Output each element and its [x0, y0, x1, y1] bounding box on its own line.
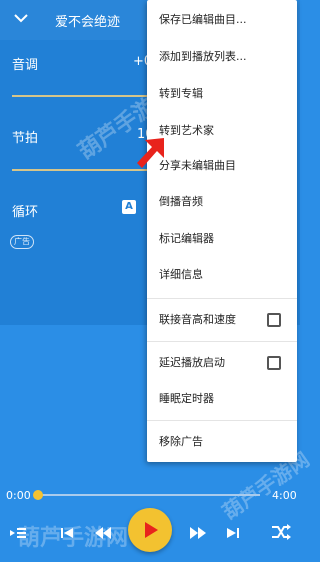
- chevron-down-icon[interactable]: [12, 9, 30, 27]
- fast-forward-icon[interactable]: [188, 524, 208, 542]
- menu-item-tag-editor[interactable]: 标记编辑器: [147, 221, 297, 257]
- queue-icon[interactable]: [8, 523, 28, 543]
- track-title: 爱不会绝迹: [55, 15, 121, 30]
- progress-bar[interactable]: [38, 494, 260, 496]
- ad-badge: 广告: [10, 235, 34, 249]
- menu-divider: [147, 341, 297, 342]
- menu-item-add-to-playlist[interactable]: 添加到播放列表...: [147, 39, 297, 75]
- menu-item-label: 睡眠定时器: [159, 392, 214, 405]
- menu-item-label: 添加到播放列表...: [159, 50, 247, 63]
- pitch-slider-track[interactable]: [12, 95, 147, 97]
- menu-item-delay-playback[interactable]: 延迟播放启动: [147, 345, 297, 381]
- current-time: 0:00: [6, 489, 31, 502]
- menu-item-label: 详细信息: [159, 268, 203, 281]
- skip-next-icon[interactable]: [224, 524, 242, 542]
- play-button[interactable]: [128, 508, 172, 552]
- link-pitch-tempo-checkbox[interactable]: [267, 313, 281, 327]
- menu-item-remove-ads[interactable]: 移除广告: [147, 424, 297, 460]
- overflow-menu: 保存已编辑曲目... 添加到播放列表... 转到专辑 转到艺术家 分享未编辑曲目…: [147, 0, 297, 462]
- menu-item-label: 保存已编辑曲目...: [159, 13, 247, 26]
- menu-item-label: 倒播音频: [159, 195, 203, 208]
- shuffle-icon[interactable]: [270, 522, 292, 542]
- menu-item-sleep-timer[interactable]: 睡眠定时器: [147, 381, 297, 417]
- pitch-label: 音调: [12, 58, 39, 73]
- menu-item-label: 延迟播放启动: [159, 356, 225, 369]
- tempo-slider-track[interactable]: [12, 169, 147, 171]
- tempo-label: 节拍: [12, 131, 39, 146]
- loop-label: 循环: [12, 205, 39, 220]
- menu-item-go-to-album[interactable]: 转到专辑: [147, 76, 297, 112]
- menu-item-label: 联接音高和速度: [159, 313, 236, 326]
- menu-item-details[interactable]: 详细信息: [147, 257, 297, 293]
- menu-item-label: 标记编辑器: [159, 232, 214, 245]
- delay-playback-checkbox[interactable]: [267, 356, 281, 370]
- loop-a-button[interactable]: A: [122, 200, 136, 214]
- menu-item-link-pitch-tempo[interactable]: 联接音高和速度: [147, 302, 297, 338]
- menu-item-reverse-audio[interactable]: 倒播音频: [147, 184, 297, 220]
- menu-item-label: 转到专辑: [159, 87, 203, 100]
- menu-item-label: 移除广告: [159, 435, 203, 448]
- menu-divider: [147, 420, 297, 421]
- menu-item-save-edited[interactable]: 保存已编辑曲目...: [147, 2, 297, 38]
- progress-handle[interactable]: [33, 490, 43, 500]
- skip-previous-icon[interactable]: [58, 524, 76, 542]
- menu-divider: [147, 298, 297, 299]
- red-arrow-icon: [137, 138, 164, 168]
- play-icon: [145, 522, 158, 538]
- duration-time: 4:00: [272, 489, 297, 502]
- rewind-icon[interactable]: [93, 524, 113, 542]
